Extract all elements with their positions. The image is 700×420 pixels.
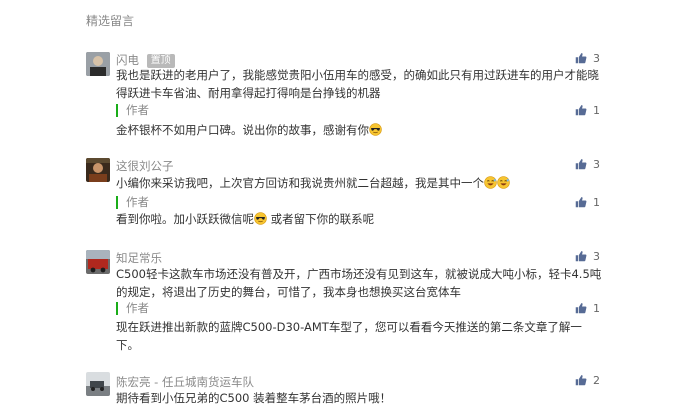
thumbs-up-icon <box>575 302 587 314</box>
reply-like-button[interactable]: 1 <box>575 196 600 209</box>
reply-like-button[interactable]: 1 <box>575 104 600 117</box>
reply-like-button[interactable]: 1 <box>575 302 600 315</box>
like-count: 1 <box>593 196 600 209</box>
comment-nickname: 知足常乐 <box>116 251 162 265</box>
avatar[interactable] <box>86 250 110 274</box>
nickname-text: 闪电 <box>116 53 139 67</box>
comment-text-content: 小编你来采访我吧，上次官方回访和我说贵州就二台超越，我是其中一个 <box>116 176 484 190</box>
like-button[interactable]: 2 <box>575 374 600 387</box>
comment-nickname: 这很刘公子 <box>116 159 174 173</box>
avatar[interactable] <box>86 52 110 76</box>
reply-text-content: 金杯银杯不如用户口碑。说出你的故事，感谢有你 <box>116 123 369 137</box>
thumbs-up-icon <box>575 52 587 64</box>
reply-text-part: 或者留下你的联系呢 <box>267 212 375 226</box>
like-count: 3 <box>593 158 600 171</box>
reply-text: 现在跃进推出新款的蓝牌C500-D30-AMT车型了，您可以看看今天推送的第二条… <box>116 320 582 352</box>
grin-sweat-emoji-icon <box>484 176 497 189</box>
comment-text: 小编你来采访我吧，上次官方回访和我说贵州就二台超越，我是其中一个 <box>116 174 602 192</box>
like-count: 3 <box>593 250 600 263</box>
comment-text: 期待看到小伍兄弟的C500 装着整车茅台酒的照片哦！ <box>116 391 392 405</box>
grin-sweat-emoji-icon <box>497 176 510 189</box>
like-count: 3 <box>593 52 600 65</box>
thumbs-up-icon <box>575 158 587 170</box>
reply-text: 看到你啦。加小跃跃微信呢 或者留下你的联系呢 <box>116 210 602 228</box>
like-button[interactable]: 3 <box>575 52 600 65</box>
cool-emoji-icon <box>369 123 382 136</box>
avatar[interactable] <box>86 372 110 396</box>
like-count: 2 <box>593 374 600 387</box>
like-count: 1 <box>593 104 600 117</box>
reply-text: 金杯银杯不如用户口碑。说出你的故事，感谢有你 <box>116 121 602 139</box>
cool-emoji-icon <box>254 212 267 225</box>
author-reply-label: 作者 <box>116 196 149 209</box>
comment-text: 我也是跃进的老用户了，我能感觉贵阳小伍用车的感受，的确如此只有用过跃进车的用户才… <box>116 68 599 100</box>
like-button[interactable]: 3 <box>575 158 600 171</box>
avatar[interactable] <box>86 158 110 182</box>
like-count: 1 <box>593 302 600 315</box>
like-button[interactable]: 3 <box>575 250 600 263</box>
author-reply-label: 作者 <box>116 104 149 117</box>
thumbs-up-icon <box>575 196 587 208</box>
thumbs-up-icon <box>575 374 587 386</box>
author-reply-label: 作者 <box>116 302 149 315</box>
thumbs-up-icon <box>575 104 587 116</box>
comment-text: C500轻卡这款车市场还没有普及开，广西市场还没有见到这车，就被说成大吨小标，轻… <box>116 267 602 299</box>
reply-text-part: 看到你啦。加小跃跃微信呢 <box>116 212 254 226</box>
comment-nickname: 陈宏亮 - 任丘城南货运车队 <box>116 375 254 389</box>
section-title: 精选留言 <box>86 14 135 28</box>
thumbs-up-icon <box>575 250 587 262</box>
